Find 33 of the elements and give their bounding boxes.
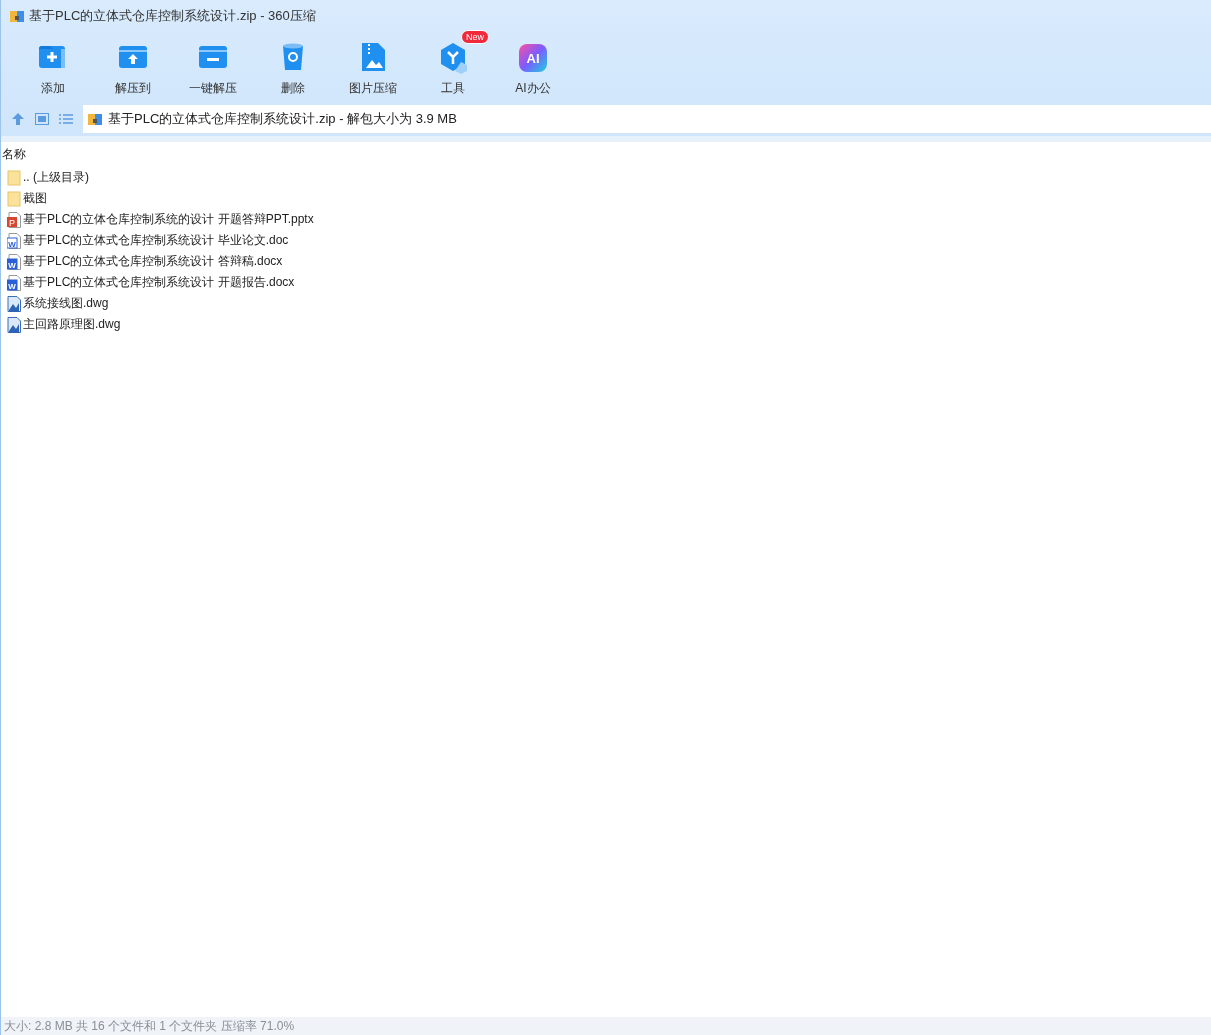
toolbar-button[interactable]: 解压到: [93, 32, 173, 104]
document-file-icon: W: [7, 274, 21, 291]
list-view-icon[interactable]: [59, 113, 73, 125]
drawing-file-icon: [7, 316, 21, 333]
window-title: 基于PLC的立体式仓库控制系统设计.zip - 360压缩: [29, 7, 316, 25]
status-text: 大小: 2.8 MB 共 16 个文件和 1 个文件夹 压缩率 71.0%: [4, 1017, 295, 1035]
toolbar-button[interactable]: 删除: [253, 32, 333, 104]
file-name[interactable]: .. (上级目录): [23, 169, 89, 186]
document-file-icon: W: [7, 253, 21, 270]
archive-icon: [9, 8, 25, 24]
toolbar-button[interactable]: 添加: [13, 32, 93, 104]
file-name[interactable]: 系统接线图.dwg: [23, 295, 109, 312]
archive-icon: [87, 111, 103, 127]
new-badge: New: [461, 30, 489, 44]
address-field[interactable]: 基于PLC的立体式仓库控制系统设计.zip - 解包大小为 3.9 MB: [83, 105, 1211, 133]
file-name[interactable]: 基于PLC的立体式仓库控制系统设计 答辩稿.docx: [23, 253, 283, 270]
file-name[interactable]: 基于PLC的立体式仓库控制系统设计 开题报告.docx: [23, 274, 295, 291]
file-name[interactable]: 主回路原理图.dwg: [23, 316, 121, 333]
file-name[interactable]: 基于PLC的立体式仓库控制系统设计 毕业论文.doc: [23, 232, 289, 249]
toolbar-button[interactable]: 工具 New: [413, 32, 493, 104]
presentation-file-icon: P: [7, 211, 21, 228]
file-name[interactable]: 基于PLC的立体仓库控制系统的设计 开题答辩PPT.pptx: [23, 211, 314, 228]
file-name[interactable]: 截图: [23, 190, 47, 207]
document-file-icon: W: [7, 232, 21, 249]
folder-icon: [7, 169, 21, 186]
toolbar-button[interactable]: AI AI办公: [493, 32, 573, 104]
toolbar-button[interactable]: 图片压缩: [333, 32, 413, 104]
drawing-file-icon: [7, 295, 21, 312]
toolbar-button[interactable]: 一键解压: [173, 32, 253, 104]
folder-icon: [7, 190, 21, 207]
column-header[interactable]: 名称: [2, 147, 26, 161]
up-arrow-icon[interactable]: [11, 112, 25, 126]
thumbnail-view-icon[interactable]: [35, 113, 49, 125]
